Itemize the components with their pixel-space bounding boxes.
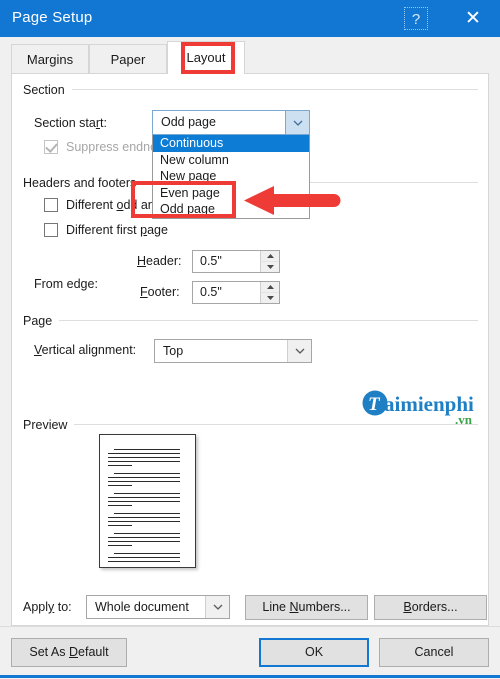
tab-layout[interactable]: Layout [167,41,245,74]
different-first-page-row[interactable]: Different first page [44,223,168,237]
page-group-label: Page [23,314,59,328]
page-group-rule [59,320,478,321]
help-icon[interactable]: ? [404,7,428,30]
section-start-dropdown-list[interactable]: Continuous New column New page Even page… [152,135,310,219]
ok-button[interactable]: OK [259,638,369,667]
tab-paper[interactable]: Paper [89,44,167,74]
vertical-alignment-label: Vertical alignment: [34,343,137,357]
chevron-down-icon[interactable] [285,111,309,134]
apply-to-value: Whole document [95,600,189,614]
headers-footers-group-label: Headers and footers [23,176,143,190]
different-first-page-checkbox[interactable] [44,223,58,237]
different-odd-even-checkbox[interactable] [44,198,58,212]
footer-label: Footer: [140,285,180,299]
dropdown-option-even-page[interactable]: Even page [153,185,309,202]
tab-margins[interactable]: Margins [11,44,89,74]
from-edge-label: From edge: [34,277,98,291]
dropdown-option-new-column[interactable]: New column [153,152,309,169]
page-setup-dialog: Page Setup ? ✕ Margins Paper Layout Sect… [0,0,500,679]
set-as-default-button[interactable]: Set As Default [11,638,127,667]
preview-group-label: Preview [23,418,74,432]
title-bar: Page Setup ? ✕ [0,0,500,37]
window-title: Page Setup [12,9,93,26]
section-start-value: Odd page [161,115,216,129]
footer-spin-up-icon[interactable] [260,282,279,292]
apply-to-combo[interactable]: Whole document [86,595,230,619]
chevron-down-icon[interactable] [287,340,311,362]
suppress-endnotes-checkbox[interactable] [44,140,58,154]
close-icon[interactable]: ✕ [458,6,488,32]
footer-value: 0.5" [200,285,222,299]
header-spin-up-icon[interactable] [260,251,279,261]
section-group-label: Section [23,83,71,97]
section-start-combo[interactable]: Odd page [152,110,310,135]
header-spinner[interactable]: 0.5" [192,250,280,273]
dropdown-option-odd-page[interactable]: Odd page [153,201,309,218]
vertical-alignment-combo[interactable]: Top [154,339,312,363]
section-start-label: Section start: [34,116,107,130]
header-spin-buttons [260,251,279,272]
tab-strip: Margins Paper Layout [0,37,500,74]
chevron-down-icon[interactable] [205,596,229,618]
dropdown-option-continuous[interactable]: Continuous [153,135,309,152]
different-first-page-label: Different first page [66,223,168,237]
cancel-button[interactable]: Cancel [379,638,489,667]
header-value: 0.5" [200,254,222,268]
header-label: Header: [137,254,182,268]
header-spin-down-icon[interactable] [260,261,279,272]
footer-spinner[interactable]: 0.5" [192,281,280,304]
dialog-footer: Set As Default OK Cancel [0,626,500,679]
borders-button[interactable]: Borders... [374,595,487,620]
page-preview-illustration [99,434,196,568]
vertical-alignment-value: Top [163,344,184,358]
line-numbers-button[interactable]: Line Numbers... [245,595,368,620]
section-group-rule [72,89,478,90]
apply-to-label: Apply to: [23,600,72,614]
footer-spin-buttons [260,282,279,303]
dropdown-option-new-page[interactable]: New page [153,168,309,185]
footer-spin-down-icon[interactable] [260,292,279,303]
preview-group-rule [74,424,478,425]
